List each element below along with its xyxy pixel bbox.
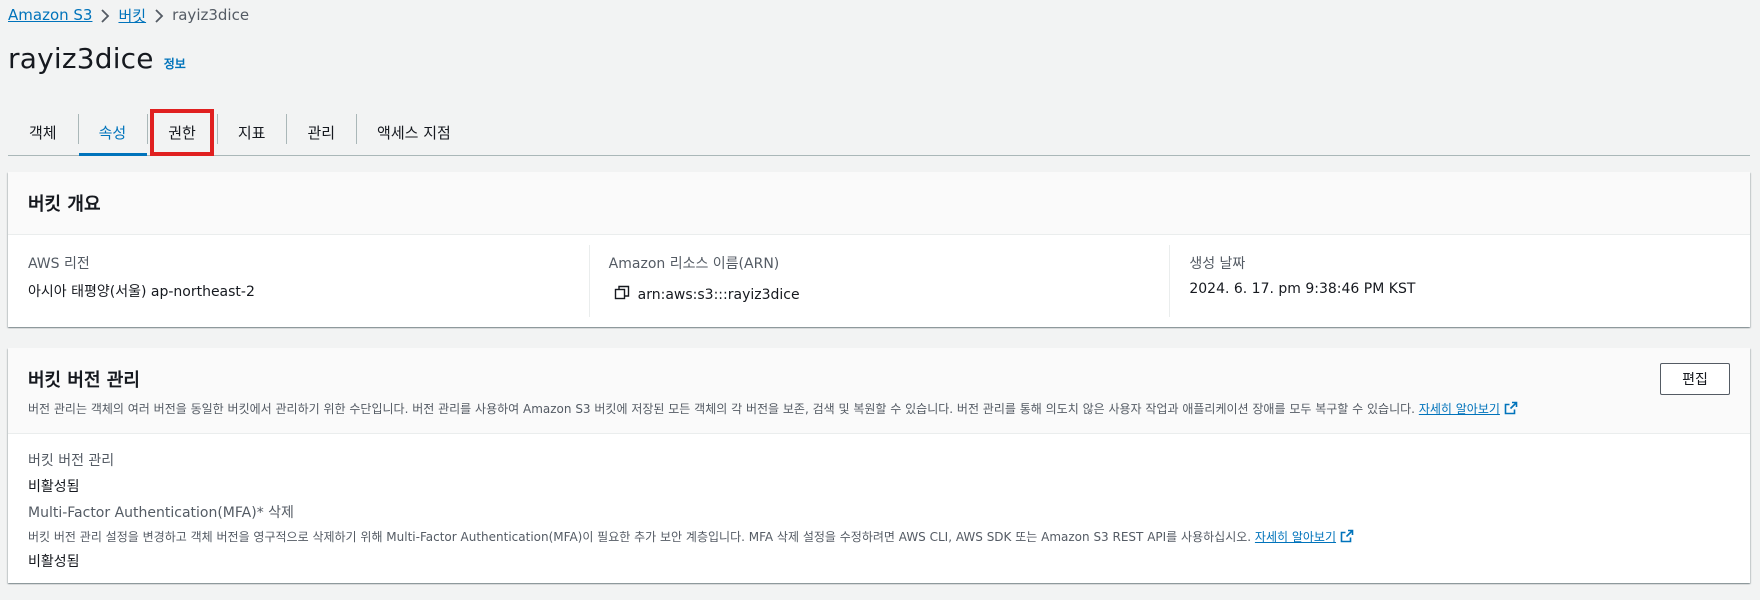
arn-column: Amazon 리소스 이름(ARN) arn:aws:s3:::rayiz3di…: [588, 235, 1170, 327]
versioning-status-label: 버킷 버전 관리: [28, 453, 115, 469]
created-value: 2024. 6. 17. pm 9:38:46 PM KST: [1189, 281, 1416, 297]
page-header: rayiz3dice 정보: [8, 42, 186, 75]
versioning-status-value: 비활성됨: [28, 479, 80, 495]
tab-access-points[interactable]: 액세스 지점: [356, 110, 472, 155]
overview-columns: AWS 리전 아시아 태평양(서울) ap-northeast-2 Amazon…: [8, 235, 1750, 327]
tab-label: 액세스 지점: [377, 124, 451, 142]
mfa-description: 버킷 버전 관리 설정을 변경하고 객체 버전을 영구적으로 삭제하기 위해 M…: [28, 528, 1730, 545]
created-column: 생성 날짜 2024. 6. 17. pm 9:38:46 PM KST: [1169, 235, 1750, 327]
bucket-versioning-title: 버킷 버전 관리: [28, 370, 140, 391]
mfa-delete-label: Multi-Factor Authentication(MFA)* 삭제: [28, 505, 294, 521]
tab-label: 관리: [307, 124, 336, 142]
link-label: 자세히 알아보기: [1418, 402, 1500, 416]
panel-header: 버킷 버전 관리 버전 관리는 객체의 여러 버전을 동일한 버킷에서 관리하기…: [8, 348, 1750, 434]
breadcrumb-buckets[interactable]: 버킷: [118, 5, 146, 26]
bucket-overview-title: 버킷 개요: [28, 194, 101, 215]
tab-management[interactable]: 관리: [286, 110, 356, 155]
versioning-description: 버전 관리는 객체의 여러 버전을 동일한 버킷에서 관리하기 위한 수단입니다…: [28, 400, 1730, 417]
bucket-tabs: 객체 속성 권한 지표 관리 액세스 지점: [8, 109, 1750, 156]
chevron-right-icon: [146, 6, 172, 24]
tab-permissions[interactable]: 권한: [147, 109, 217, 156]
tab-label: 권한: [150, 109, 214, 156]
tab-label: 객체: [29, 124, 57, 142]
bucket-versioning-panel: 버킷 버전 관리 버전 관리는 객체의 여러 버전을 동일한 버킷에서 관리하기…: [8, 348, 1750, 583]
tab-metrics[interactable]: 지표: [216, 110, 287, 155]
region-column: AWS 리전 아시아 태평양(서울) ap-northeast-2: [8, 235, 589, 327]
created-label: 생성 날짜: [1189, 256, 1246, 272]
versioning-description-text: 버전 관리는 객체의 여러 버전을 동일한 버킷에서 관리하기 위한 수단입니다…: [28, 402, 1415, 416]
edit-button[interactable]: 편집: [1660, 363, 1730, 395]
s3-bucket-properties-page: Amazon S3 버킷 rayiz3dice rayiz3dice 정보 객체…: [0, 0, 1760, 600]
tab-label: 지표: [237, 124, 266, 142]
info-link[interactable]: 정보: [164, 55, 186, 72]
breadcrumb: Amazon S3 버킷 rayiz3dice: [8, 4, 249, 26]
region-value: 아시아 태평양(서울) ap-northeast-2: [28, 284, 255, 300]
arn-label: Amazon 리소스 이름(ARN): [608, 256, 780, 272]
external-link-icon: [1340, 529, 1354, 543]
versioning-learn-more-link[interactable]: 자세히 알아보기: [1418, 401, 1518, 416]
arn-value: arn:aws:s3:::rayiz3dice: [637, 287, 800, 303]
breadcrumb-current-bucket: rayiz3dice: [172, 6, 250, 24]
tab-label: 속성: [98, 124, 127, 142]
arn-row: arn:aws:s3:::rayiz3dice: [609, 285, 1150, 305]
bucket-overview-panel: 버킷 개요 AWS 리전 아시아 태평양(서울) ap-northeast-2 …: [8, 172, 1750, 327]
panel-header: 버킷 개요: [8, 172, 1750, 235]
link-label: 자세히 알아보기: [1254, 530, 1337, 544]
copy-icon[interactable]: [609, 285, 638, 305]
versioning-body: 버킷 버전 관리 비활성됨 Multi-Factor Authenticatio…: [8, 434, 1750, 571]
mfa-description-text: 버킷 버전 관리 설정을 변경하고 객체 버전을 영구적으로 삭제하기 위해 M…: [28, 530, 1252, 544]
breadcrumb-amazon-s3[interactable]: Amazon S3: [8, 6, 92, 24]
page-title: rayiz3dice: [8, 42, 154, 75]
chevron-right-icon: [92, 6, 118, 24]
region-label: AWS 리전: [28, 256, 90, 272]
mfa-learn-more-link[interactable]: 자세히 알아보기: [1254, 529, 1354, 544]
tab-objects[interactable]: 객체: [8, 110, 78, 155]
external-link-icon: [1504, 401, 1518, 415]
mfa-delete-value: 비활성됨: [28, 554, 80, 570]
tab-properties[interactable]: 속성: [77, 110, 148, 156]
